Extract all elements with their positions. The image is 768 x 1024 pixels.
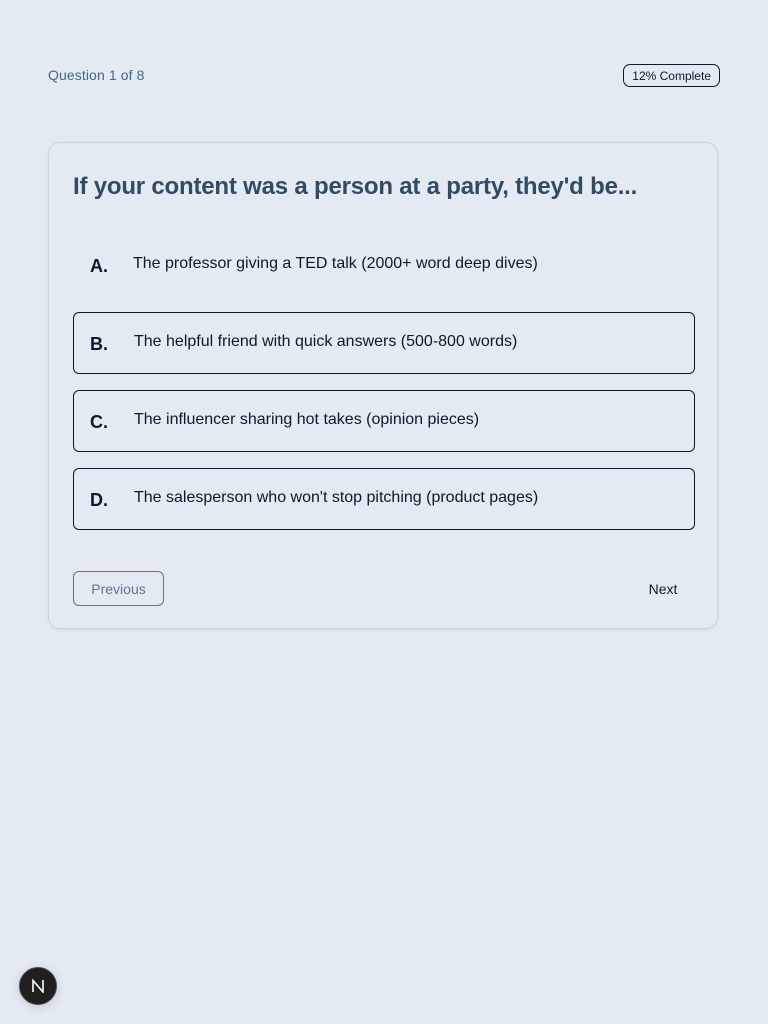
option-text: The professor giving a TED talk (2000+ w… (133, 255, 538, 273)
previous-button[interactable]: Previous (73, 571, 164, 606)
option-text: The salesperson who won't stop pitching … (134, 489, 539, 507)
option-b[interactable]: B. The helpful friend with quick answers… (73, 312, 695, 374)
question-title: If your content was a person at a party,… (73, 173, 638, 200)
option-text: The influencer sharing hot takes (opinio… (134, 411, 480, 429)
option-letter: B. (90, 334, 108, 355)
progress-badge: 12% Complete (623, 63, 720, 87)
quiz-card: If your content was a person at a party,… (48, 142, 718, 629)
next-button[interactable]: Next (631, 571, 695, 606)
n-logo-icon (31, 979, 45, 993)
quiz-page: Question 1 of 8 12% Complete If your con… (0, 0, 768, 1024)
option-text: The helpful friend with quick answers (5… (134, 333, 518, 351)
question-counter: Question 1 of 8 (48, 67, 145, 83)
option-a[interactable]: A. The professor giving a TED talk (2000… (73, 234, 695, 296)
option-d[interactable]: D. The salesperson who won't stop pitchi… (73, 468, 695, 530)
dev-indicator-button[interactable] (19, 967, 57, 1005)
quiz-header: Question 1 of 8 12% Complete (48, 63, 720, 87)
option-letter: A. (90, 256, 108, 277)
option-letter: D. (90, 490, 108, 511)
option-letter: C. (90, 412, 108, 433)
option-c[interactable]: C. The influencer sharing hot takes (opi… (73, 390, 695, 452)
